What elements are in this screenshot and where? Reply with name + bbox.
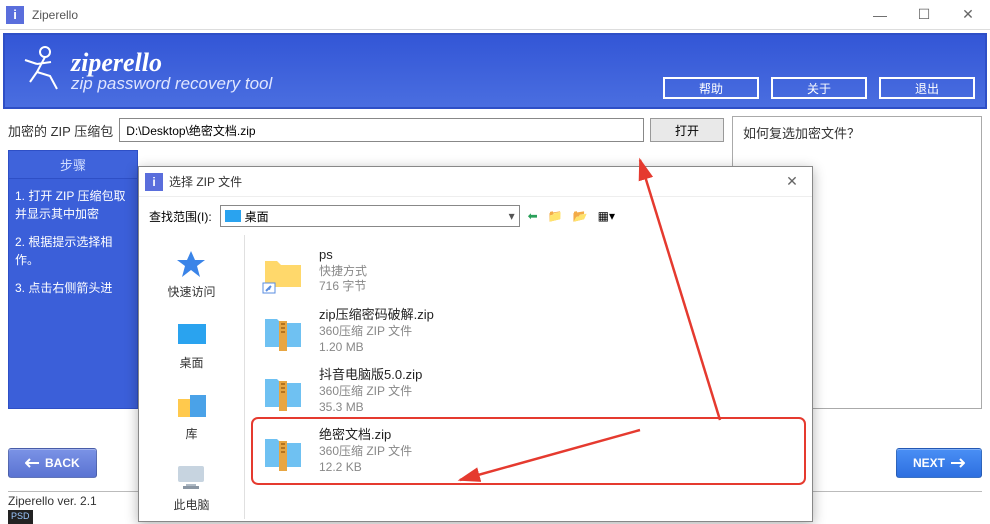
file-type: 360压缩 ZIP 文件 <box>319 324 434 340</box>
brand-text: ziperello zip password recovery tool <box>71 48 272 94</box>
zip-file-icon <box>259 367 307 415</box>
dialog-app-icon: i <box>145 173 163 191</box>
file-size: 35.3 MB <box>319 400 422 416</box>
list-item[interactable]: 抖音电脑版5.0.zip 360压缩 ZIP 文件 35.3 MB <box>255 361 802 421</box>
sidebar-pc-label: 此电脑 <box>173 496 209 513</box>
minimize-icon[interactable]: — <box>858 0 902 30</box>
brand-tagline: zip password recovery tool <box>71 74 272 94</box>
sidebar-quick-label: 快速访问 <box>167 283 215 300</box>
file-name: 绝密文档.zip <box>319 427 412 444</box>
version-text: Ziperello ver. 2.1 <box>8 494 97 508</box>
list-item[interactable]: 绝密文档.zip 360压缩 ZIP 文件 12.2 KB <box>255 421 802 481</box>
path-label: 加密的 ZIP 压缩包 <box>8 121 113 140</box>
path-input[interactable] <box>119 118 644 142</box>
file-name: zip压缩密码破解.zip <box>319 307 434 324</box>
file-type: 360压缩 ZIP 文件 <box>319 384 422 400</box>
file-size: 716 字节 <box>319 279 367 295</box>
steps-body: 1. 打开 ZIP 压缩包取并显示其中加密 2. 根据提示选择相作。 3. 点击… <box>8 179 138 409</box>
window-title: Ziperello <box>32 8 78 22</box>
desktop-icon <box>176 320 208 350</box>
desktop-icon <box>225 210 241 222</box>
steps-header: 步骤 <box>8 150 138 179</box>
sidebar-item-library[interactable]: 库 <box>176 391 208 442</box>
close-icon[interactable]: ✕ <box>946 0 990 30</box>
step-2: 2. 根据提示选择相作。 <box>15 233 131 269</box>
runner-logo-icon <box>15 44 65 99</box>
sidebar-desktop-label: 桌面 <box>179 354 203 371</box>
dialog-toolbar: ⬅ 📁 📂 ▦▾ <box>528 209 615 223</box>
back-button[interactable]: BACK <box>8 448 97 478</box>
new-folder-icon[interactable]: 📂 <box>573 209 588 223</box>
window-controls: — ☐ ✕ <box>858 0 990 30</box>
brand-banner: ziperello zip password recovery tool 帮助 … <box>3 33 987 109</box>
sidebar-item-quick[interactable]: 快速访问 <box>167 249 215 300</box>
step-3: 3. 点击右侧箭头进 <box>15 279 131 297</box>
exit-button[interactable]: 退出 <box>879 77 975 99</box>
lookin-select[interactable]: 桌面 ▾ <box>220 205 520 227</box>
file-name: ps <box>319 247 367 264</box>
sidebar-item-pc[interactable]: 此电脑 <box>173 462 209 513</box>
next-button[interactable]: NEXT <box>896 448 982 478</box>
steps-panel: 步骤 1. 打开 ZIP 压缩包取并显示其中加密 2. 根据提示选择相作。 3.… <box>8 150 138 409</box>
back-label: BACK <box>45 456 80 470</box>
psd-badge: PSD <box>8 510 33 524</box>
dialog-titlebar: i 选择 ZIP 文件 ✕ <box>139 167 812 197</box>
dialog-title: 选择 ZIP 文件 <box>169 173 242 190</box>
folder-shortcut-icon <box>259 247 307 295</box>
chevron-down-icon: ▾ <box>509 209 515 223</box>
zip-file-icon <box>259 427 307 475</box>
pc-icon <box>175 462 207 492</box>
arrow-right-icon <box>951 458 965 468</box>
file-list: ps 快捷方式 716 字节 zip压缩密码破解.zip 360压缩 ZIP 文… <box>245 235 812 519</box>
about-button[interactable]: 关于 <box>771 77 867 99</box>
arrow-left-icon <box>25 458 39 468</box>
hint-title: 如何复选加密文件？ <box>743 126 860 141</box>
titlebar: i Ziperello — ☐ ✕ <box>0 0 990 30</box>
maximize-icon[interactable]: ☐ <box>902 0 946 30</box>
lookin-value: 桌面 <box>245 208 269 225</box>
help-button[interactable]: 帮助 <box>663 77 759 99</box>
lookin-row: 查找范围(I): 桌面 ▾ ⬅ 📁 📂 ▦▾ <box>139 197 812 235</box>
file-name: 抖音电脑版5.0.zip <box>319 367 422 384</box>
app-icon: i <box>6 6 24 24</box>
lookin-label: 查找范围(I): <box>149 208 212 225</box>
file-type: 360压缩 ZIP 文件 <box>319 444 412 460</box>
star-icon <box>175 249 207 279</box>
sidebar-library-label: 库 <box>185 425 197 442</box>
file-size: 1.20 MB <box>319 340 434 356</box>
list-item[interactable]: ps 快捷方式 716 字节 <box>255 241 802 301</box>
banner-buttons: 帮助 关于 退出 <box>663 77 975 99</box>
zip-file-icon <box>259 307 307 355</box>
back-arrow-icon[interactable]: ⬅ <box>528 209 538 223</box>
library-icon <box>176 391 208 421</box>
path-row: 加密的 ZIP 压缩包 打开 <box>8 118 724 142</box>
list-item[interactable]: zip压缩密码破解.zip 360压缩 ZIP 文件 1.20 MB <box>255 301 802 361</box>
open-button[interactable]: 打开 <box>650 118 724 142</box>
step-1: 1. 打开 ZIP 压缩包取并显示其中加密 <box>15 187 131 223</box>
dialog-close-icon[interactable]: ✕ <box>772 173 812 190</box>
dialog-sidebar: 快速访问 桌面 库 此电脑 <box>139 235 245 519</box>
view-menu-icon[interactable]: ▦▾ <box>598 209 615 223</box>
up-folder-icon[interactable]: 📁 <box>548 209 563 223</box>
sidebar-item-desktop[interactable]: 桌面 <box>176 320 208 371</box>
file-dialog: i 选择 ZIP 文件 ✕ 查找范围(I): 桌面 ▾ ⬅ 📁 📂 ▦▾ 快速访… <box>138 166 813 522</box>
file-size: 12.2 KB <box>319 460 412 476</box>
next-label: NEXT <box>913 456 945 470</box>
file-type: 快捷方式 <box>319 264 367 280</box>
